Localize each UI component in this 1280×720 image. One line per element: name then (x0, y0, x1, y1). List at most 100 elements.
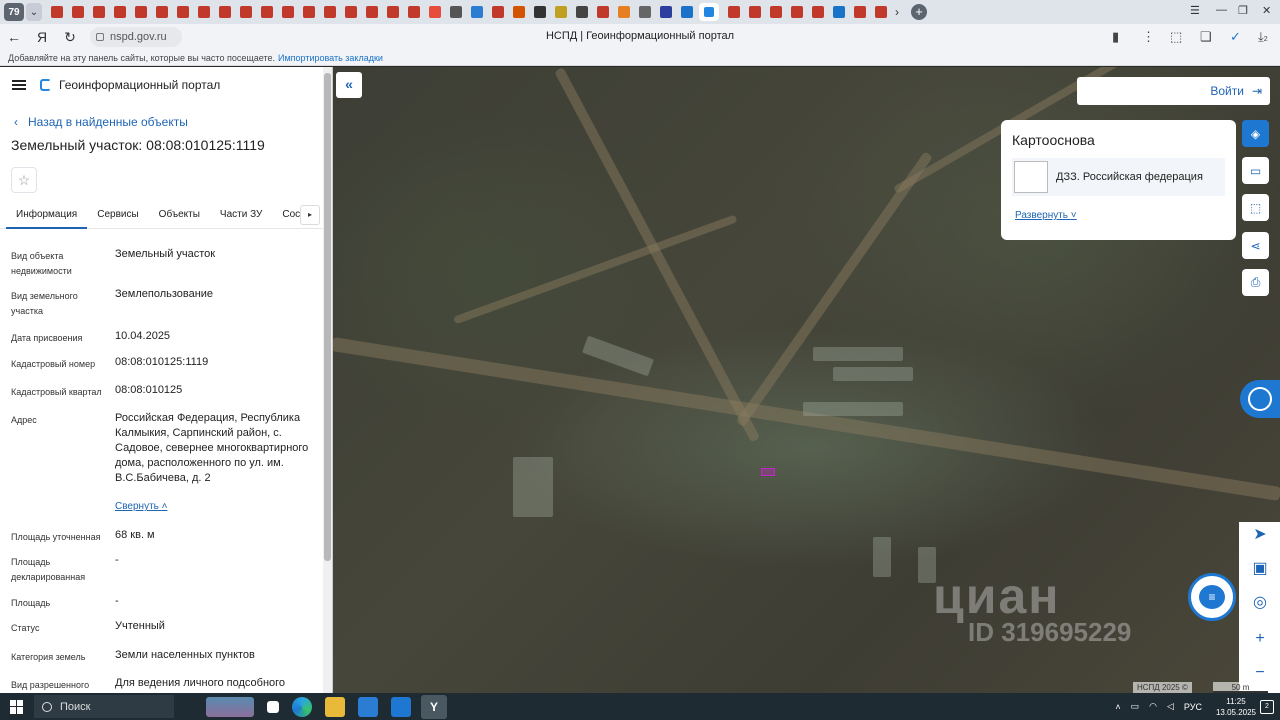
explorer-icon[interactable] (325, 696, 345, 717)
pinned-tab-icon[interactable] (408, 6, 420, 18)
store-icon[interactable] (358, 696, 378, 717)
pinned-tab-icon[interactable] (875, 6, 887, 18)
yandex-browser-icon[interactable]: Y (421, 694, 447, 719)
url-field[interactable]: nspd.gov.ru (90, 27, 182, 47)
active-tab-icon[interactable] (699, 3, 719, 21)
zoom-in-icon[interactable]: + (1247, 626, 1273, 652)
minimap-icon[interactable]: ▣ (1247, 556, 1273, 582)
import-bookmarks-link[interactable]: Импортировать закладки (278, 53, 383, 63)
chat-button[interactable]: ≡ (1188, 573, 1236, 621)
minimize-icon[interactable]: — (1216, 4, 1227, 16)
pinned-tab-icon[interactable] (219, 6, 231, 18)
tab-objects[interactable]: Объекты (149, 201, 210, 229)
battery-icon[interactable]: ▭ (1131, 701, 1140, 712)
downloads-icon[interactable]: ⤓2 (1258, 29, 1268, 45)
yandex-icon[interactable]: Я (28, 29, 56, 45)
pinned-tab-icon[interactable] (660, 6, 672, 18)
pinned-tab-icon[interactable] (618, 6, 630, 18)
tabs-menu-chevron-icon[interactable]: ⌄ (26, 3, 42, 21)
collapse-address-link[interactable]: Свернуть ˄ (115, 501, 167, 512)
volume-icon[interactable]: ◁ (1167, 701, 1174, 712)
pinned-tab-icon[interactable] (156, 6, 168, 18)
pinned-tab-icon[interactable] (450, 6, 462, 18)
menu-icon[interactable] (12, 80, 26, 90)
pinned-tab-icon[interactable] (366, 6, 378, 18)
pinned-tab-icon[interactable] (72, 6, 84, 18)
notifications-icon[interactable]: 2 (1260, 700, 1274, 714)
layers-icon[interactable]: ◈ (1242, 120, 1269, 147)
tab-services[interactable]: Сервисы (87, 201, 148, 229)
pinned-tab-icon[interactable] (513, 6, 525, 18)
collapse-panel-button[interactable]: « (336, 72, 362, 98)
pinned-tab-icon[interactable] (198, 6, 210, 18)
more-icon[interactable]: ⋮ (1142, 29, 1155, 45)
maximize-icon[interactable]: ❐ (1238, 4, 1248, 17)
pinned-tab-icon[interactable] (429, 6, 441, 18)
pinned-tab-icon[interactable] (555, 6, 567, 18)
favorite-star-icon[interactable]: ☆ (11, 167, 37, 193)
pinned-tab-icon[interactable] (387, 6, 399, 18)
protect-icon[interactable]: ✓ (1230, 29, 1241, 45)
share-icon[interactable]: ⋖ (1242, 232, 1269, 259)
basemap-expand-link[interactable]: Развернуть ˅ (1015, 210, 1225, 221)
pinned-tab-icon[interactable] (93, 6, 105, 18)
language-indicator[interactable]: РУС (1184, 702, 1202, 712)
mountains-widget-icon[interactable] (206, 696, 254, 717)
pinned-tab-icon[interactable] (114, 6, 126, 18)
map-canvas[interactable]: циан ID 319695229 « Войти ⇥ Картооснова … (333, 67, 1280, 693)
pinned-tab-icon[interactable] (639, 6, 651, 18)
taskbar-search[interactable]: Поиск (34, 695, 174, 718)
bookmarks-icon[interactable]: ☰ (1190, 4, 1200, 17)
outlook-icon[interactable] (391, 696, 411, 717)
pinned-tab-icon[interactable] (282, 6, 294, 18)
pinned-tab-icon[interactable] (492, 6, 504, 18)
pinned-tab-icon[interactable] (471, 6, 483, 18)
tab-info[interactable]: Информация (6, 201, 88, 229)
pinned-tab-icon[interactable] (303, 6, 315, 18)
pinned-tab-icon[interactable] (177, 6, 189, 18)
tab-count-badge[interactable]: 79 (4, 3, 24, 21)
tab-parts[interactable]: Части ЗУ (210, 201, 272, 229)
panel-scrollbar[interactable] (323, 67, 332, 693)
back-arrow-icon[interactable]: ← (0, 29, 28, 45)
pinned-tab-icon[interactable] (791, 6, 803, 18)
tray-chevron-icon[interactable]: ˄ (1115, 702, 1120, 712)
feedback-button[interactable] (1240, 380, 1280, 418)
basemap-item[interactable]: ДЗЗ. Российская федерация (1012, 158, 1225, 196)
pinned-tab-icon[interactable] (749, 6, 761, 18)
locate-arrow-icon[interactable]: ➤ (1247, 522, 1273, 548)
login-button[interactable]: Войти ⇥ (1077, 77, 1270, 105)
reload-icon[interactable]: ↻ (56, 29, 84, 46)
network-icon[interactable]: ◠ (1149, 701, 1157, 712)
pinned-tab-icon[interactable] (576, 6, 588, 18)
pinned-tab-icon[interactable] (324, 6, 336, 18)
task-view-icon[interactable] (267, 700, 279, 713)
pinned-tab-icon[interactable] (51, 6, 63, 18)
back-to-results-link[interactable]: ‹ Назад в найденные объекты (0, 111, 332, 133)
tabs-scroll-right-icon[interactable]: ▸ (300, 205, 320, 225)
print-icon[interactable]: ⎙ (1242, 269, 1269, 296)
pinned-tab-icon[interactable] (597, 6, 609, 18)
pinned-tab-icon[interactable] (261, 6, 273, 18)
ruler-icon[interactable]: ▭ (1242, 157, 1269, 184)
pinned-tab-icon[interactable] (770, 6, 782, 18)
pinned-tab-icon[interactable] (345, 6, 357, 18)
pinned-tab-icon[interactable] (681, 6, 693, 18)
edge-icon[interactable] (292, 696, 312, 717)
pinned-tab-icon[interactable] (135, 6, 147, 18)
pinned-tab-icon[interactable] (812, 6, 824, 18)
scrollbar-thumb[interactable] (324, 73, 331, 561)
start-icon[interactable] (10, 699, 24, 714)
clock[interactable]: 11:25 13.05.2025 (1216, 696, 1256, 718)
pinned-tab-icon[interactable] (854, 6, 866, 18)
pinned-tab-icon[interactable] (534, 6, 546, 18)
bookmark-page-icon[interactable]: ▮ (1112, 29, 1119, 45)
tabs-scroll-right-icon[interactable]: › (895, 5, 899, 19)
selected-parcel[interactable] (761, 468, 775, 476)
pinned-tab-icon[interactable] (728, 6, 740, 18)
extensions-icon[interactable]: ⬚ (1170, 29, 1182, 45)
collections-icon[interactable]: ❏ (1200, 29, 1212, 45)
close-icon[interactable]: ✕ (1262, 4, 1271, 17)
pinned-tab-icon[interactable] (240, 6, 252, 18)
new-tab-icon[interactable]: + (911, 4, 927, 20)
